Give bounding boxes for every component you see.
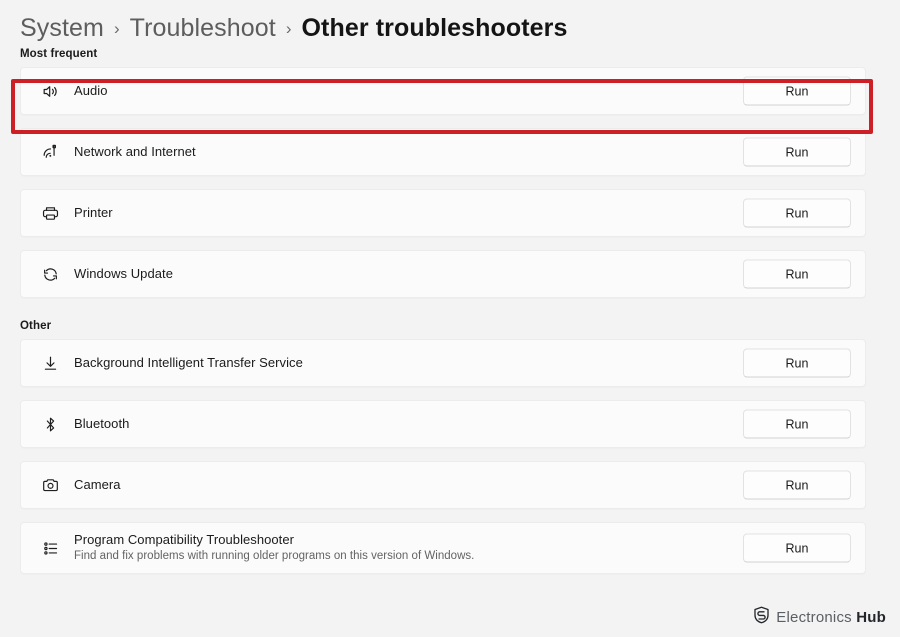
speaker-icon <box>35 82 65 101</box>
download-icon <box>35 354 65 373</box>
printer-icon <box>35 204 65 223</box>
breadcrumb-item-system[interactable]: System <box>20 14 104 43</box>
run-button-network-and-internet[interactable]: Run <box>743 137 851 167</box>
camera-icon <box>35 476 65 495</box>
run-button-bluetooth[interactable]: Run <box>743 409 851 439</box>
breadcrumb: System › Troubleshoot › Other troublesho… <box>0 0 900 48</box>
watermark-text-bold: Hub <box>856 609 886 626</box>
watermark-text: Electronics Hub <box>776 609 886 626</box>
most-frequent-list: Audio Run Network and Internet Run Print… <box>0 67 900 298</box>
watermark: Electronics Hub <box>753 606 886 629</box>
section-label-other: Other <box>20 320 52 332</box>
chevron-right-icon: › <box>113 19 120 38</box>
breadcrumb-item-troubleshoot[interactable]: Troubleshoot <box>130 14 276 43</box>
run-button-printer[interactable]: Run <box>743 198 851 228</box>
troubleshooter-row-network-and-internet[interactable]: Network and Internet Run <box>20 128 866 176</box>
watermark-text-light: Electronics <box>776 609 852 626</box>
section-label-most-frequent: Most frequent <box>20 48 98 60</box>
shield-icon <box>753 606 770 629</box>
troubleshooter-row-windows-update[interactable]: Windows Update Run <box>20 250 866 298</box>
page-title: Other troubleshooters <box>301 13 568 42</box>
troubleshooter-row-camera[interactable]: Camera Run <box>20 461 866 509</box>
other-list: Background Intelligent Transfer Service … <box>0 339 900 574</box>
run-button-audio[interactable]: Run <box>743 76 851 106</box>
run-button-windows-update[interactable]: Run <box>743 259 851 289</box>
run-button-camera[interactable]: Run <box>743 470 851 500</box>
troubleshooter-row-bluetooth[interactable]: Bluetooth Run <box>20 400 866 448</box>
troubleshooter-row-program-compatibility-troubleshooter[interactable]: Program Compatibility Troubleshooter Fin… <box>20 522 866 574</box>
troubleshooter-row-audio[interactable]: Audio Run <box>20 67 866 115</box>
troubleshooter-row-background-intelligent-transfer-service[interactable]: Background Intelligent Transfer Service … <box>20 339 866 387</box>
run-button-program-compatibility-troubleshooter[interactable]: Run <box>743 533 851 563</box>
bluetooth-icon <box>35 415 65 434</box>
refresh-icon <box>35 265 65 284</box>
chevron-right-icon: › <box>285 19 292 38</box>
troubleshooter-row-printer[interactable]: Printer Run <box>20 189 866 237</box>
wifi-icon <box>35 143 65 162</box>
list-settings-icon <box>35 539 65 558</box>
run-button-background-intelligent-transfer-service[interactable]: Run <box>743 348 851 378</box>
